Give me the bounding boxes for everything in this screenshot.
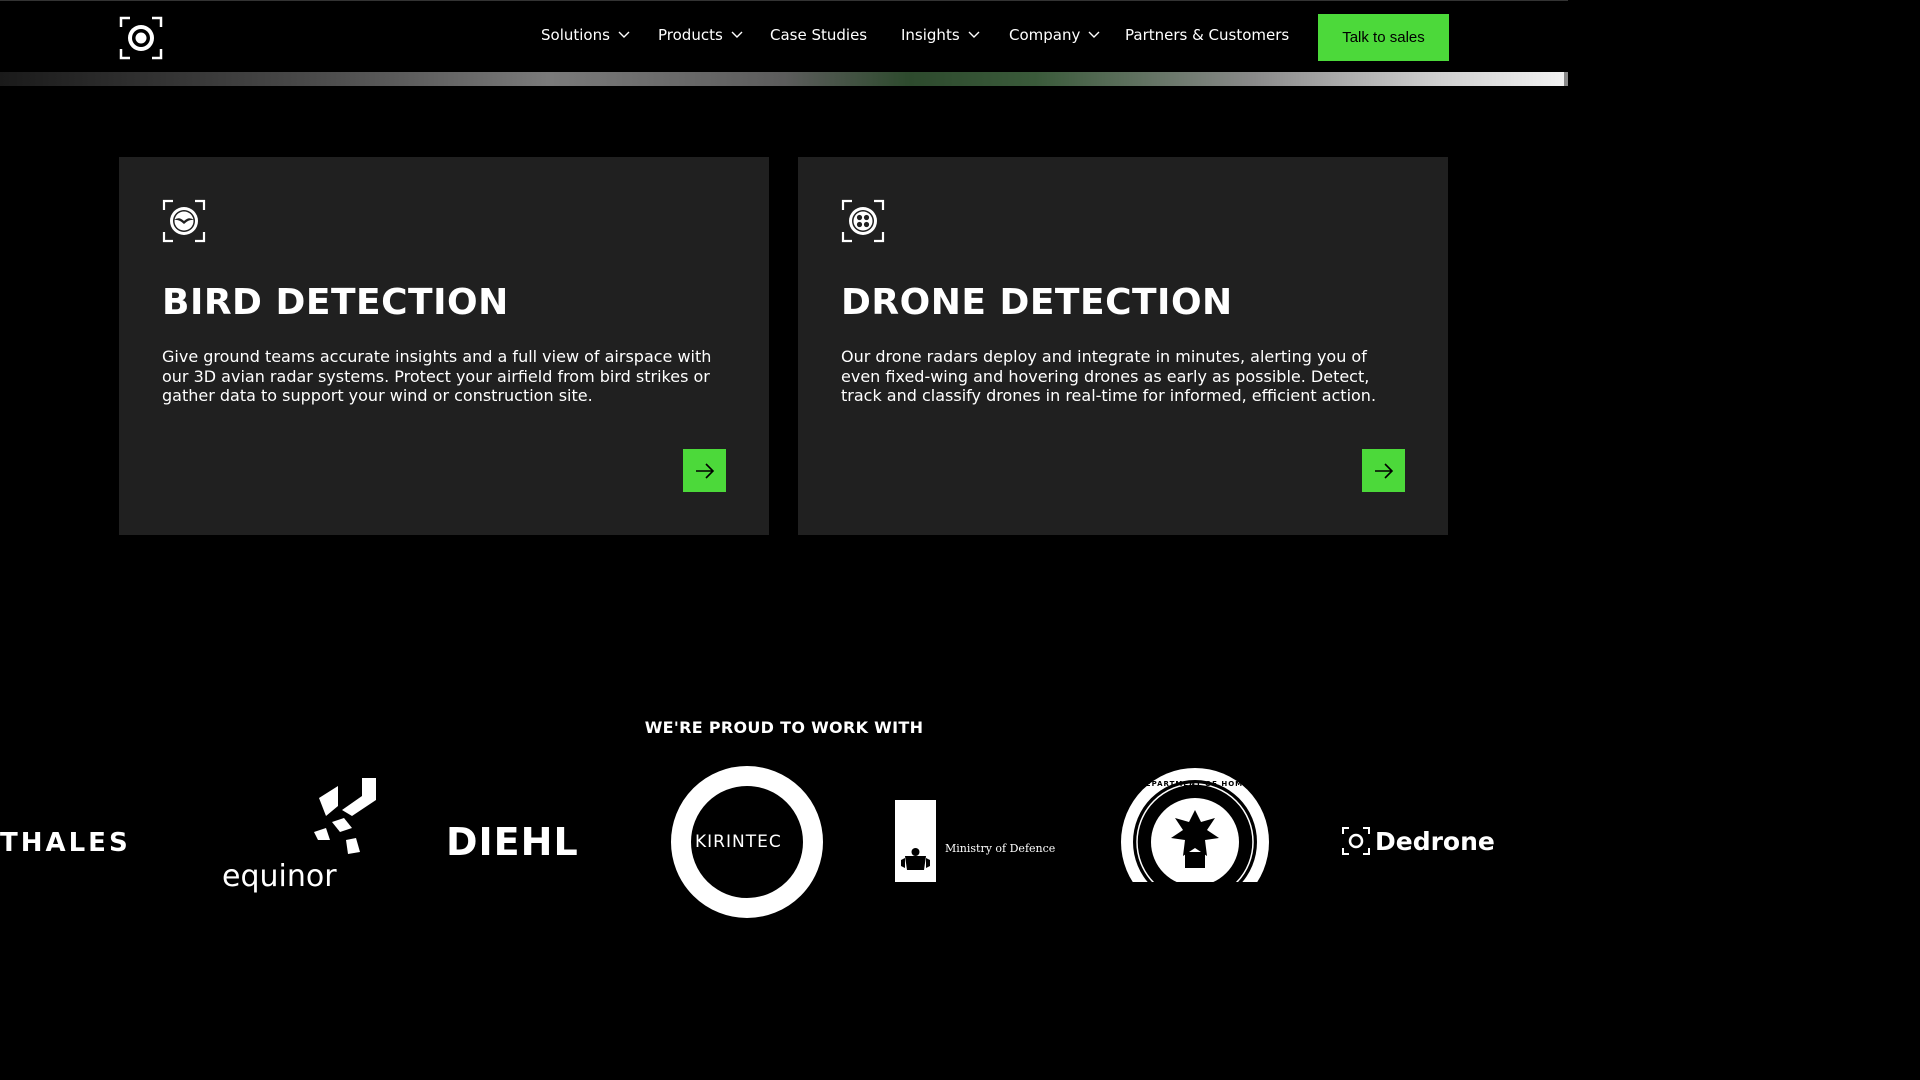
equinor-logo-text: equinor: [222, 859, 337, 894]
ministry-of-defence-crest-box: [895, 800, 936, 882]
drone-detection-arrow-button[interactable]: [1362, 449, 1405, 492]
arrow-right-icon: [1374, 462, 1393, 479]
drone-detection-text: Our drone radars deploy and integrate in…: [841, 347, 1377, 405]
equinor-star-icon: [314, 778, 376, 854]
dhs-seal-logo: DEPARTMENT OF HOMELAND SECURITY: [1119, 766, 1271, 882]
nav-case-studies[interactable]: Case Studies: [770, 26, 867, 44]
dhs-seal-text: DEPARTMENT OF HOMELAND SECURITY: [1139, 780, 1271, 788]
nav-company[interactable]: Company: [1009, 26, 1100, 44]
ministry-of-defence-text: Ministry of Defence: [945, 842, 1056, 855]
chevron-down-icon: [731, 31, 743, 38]
thales-logo-text: THALES: [0, 828, 131, 858]
thales-logo: THALES: [0, 828, 131, 858]
scrollbar[interactable]: [1564, 72, 1568, 86]
diehl-logo-text: DIEHL: [446, 820, 579, 864]
nav-company-label: Company: [1009, 26, 1081, 44]
nav-partners-customers-label: Partners & Customers: [1125, 26, 1290, 44]
kirintec-logo: KIRINTEC: [671, 766, 823, 918]
bird-detection-card[interactable]: BIRD DETECTION Give ground teams accurat…: [119, 157, 769, 535]
arrow-right-icon: [695, 462, 714, 479]
dedrone-logo-text: Dedrone: [1375, 826, 1495, 856]
ministry-of-defence-logo: Ministry of Defence: [895, 800, 1055, 882]
chevron-down-icon: [968, 31, 980, 38]
diehl-logo: DIEHL: [446, 820, 579, 864]
nav-insights-label: Insights: [901, 26, 960, 44]
kirintec-logo-text: KIRINTEC: [695, 832, 782, 852]
nav-products[interactable]: Products: [658, 26, 743, 44]
nav-products-label: Products: [658, 26, 723, 44]
nav-case-studies-label: Case Studies: [770, 26, 868, 44]
bird-icon: [162, 199, 206, 243]
dedrone-logo: Dedrone: [1341, 826, 1495, 856]
bird-detection-title: BIRD DETECTION: [162, 282, 509, 323]
chevron-down-icon: [618, 31, 630, 38]
partners-heading: WE'RE PROUD TO WORK WITH: [644, 718, 924, 737]
logo-icon[interactable]: [119, 16, 163, 60]
nav-insights[interactable]: Insights: [901, 26, 980, 44]
drone-detection-title: DRONE DETECTION: [841, 282, 1233, 323]
drone-icon: [841, 199, 885, 243]
talk-to-sales-button[interactable]: Talk to sales: [1318, 14, 1449, 61]
nav-solutions-label: Solutions: [541, 26, 610, 44]
bird-detection-text: Give ground teams accurate insights and …: [162, 347, 712, 405]
crest-icon: [901, 848, 930, 870]
nav-partners-customers[interactable]: Partners & Customers: [1125, 26, 1289, 44]
chevron-down-icon: [1088, 31, 1100, 38]
hero-image-strip: [0, 72, 1568, 86]
dedrone-mark-icon: [1342, 827, 1370, 855]
equinor-logo: equinor: [222, 778, 382, 892]
nav-solutions[interactable]: Solutions: [541, 26, 630, 44]
drone-detection-card[interactable]: DRONE DETECTION Our drone radars deploy …: [798, 157, 1448, 535]
bird-detection-arrow-button[interactable]: [683, 449, 726, 492]
top-navigation: Solutions Products Case Studies Insights…: [0, 0, 1568, 73]
